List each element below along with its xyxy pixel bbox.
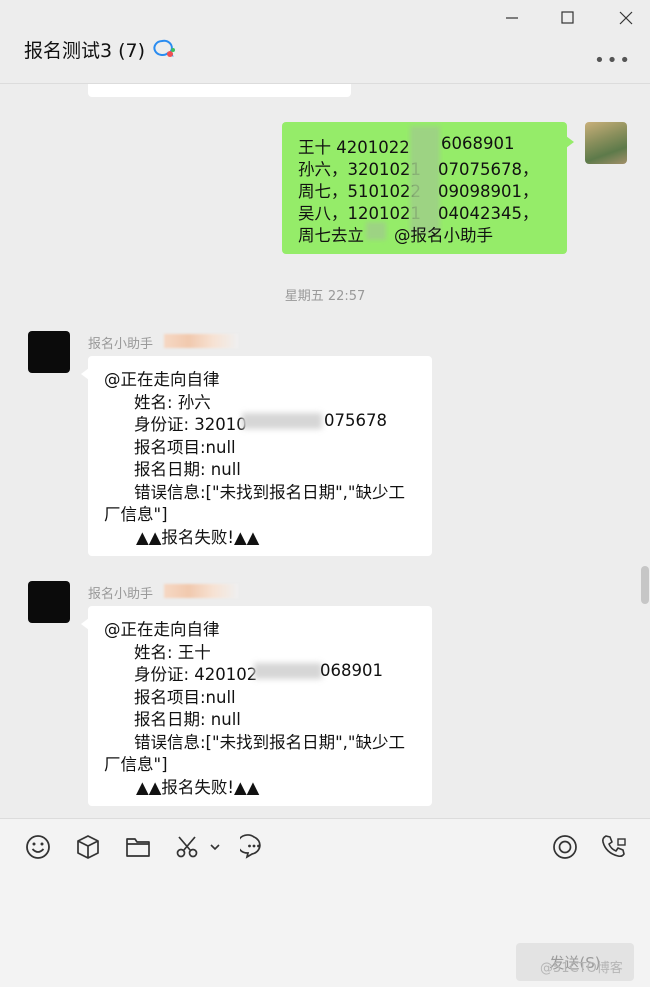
id-field-prefix: 身份证: 32010 <box>134 415 247 434</box>
group-chat-icon <box>153 39 175 57</box>
self-line-2-tail: 07075678， <box>438 160 539 179</box>
scissors-icon[interactable] <box>174 833 202 861</box>
redaction-mask <box>366 222 386 240</box>
date-field: 报名日期: null <box>134 710 241 729</box>
bot-message-bubble[interactable]: @正在走向自律 姓名: 王十 身份证: 420102 068901 报名项目:n… <box>81 606 432 806</box>
id-field-suffix: 075678 <box>324 411 387 430</box>
id-field-prefix: 身份证: 420102 <box>134 665 258 684</box>
self-line-5: 周七去立 <box>298 226 364 245</box>
error-field-cont: 厂信息"] <box>104 755 168 774</box>
scrollbar-thumb[interactable] <box>641 566 649 604</box>
sender-redaction <box>164 334 238 348</box>
watermark-text: @51CTO博客 <box>540 961 623 976</box>
more-icon[interactable]: ••• <box>594 50 632 71</box>
title-bar: 报名测试3 (7) ••• <box>0 0 650 84</box>
previous-message-bubble <box>88 84 351 97</box>
emoji-icon[interactable] <box>24 833 52 861</box>
sender-redaction <box>164 584 238 598</box>
call-icon[interactable] <box>600 833 628 861</box>
self-message-bubble[interactable]: 王十 4201022 孙六，3201021 周七，5101022 吴八，1201… <box>282 122 574 254</box>
sender-name: 报名小助手 <box>88 337 154 352</box>
bot-avatar[interactable] <box>28 581 70 623</box>
error-field-cont: 厂信息"] <box>104 505 168 524</box>
id-field-suffix: 068901 <box>320 661 383 680</box>
id-redaction <box>242 413 322 429</box>
error-field: 错误信息:["未找到报名日期","缺少工 <box>134 483 406 502</box>
folder-icon[interactable] <box>124 833 152 861</box>
result-text: ▲▲报名失败!▲▲ <box>136 778 260 797</box>
mention-text: @正在走向自律 <box>104 370 220 389</box>
project-field: 报名项目:null <box>134 438 236 457</box>
maximize-icon[interactable] <box>556 8 580 28</box>
name-field: 姓名: 王十 <box>134 643 211 662</box>
box-icon[interactable] <box>74 833 102 861</box>
close-icon[interactable] <box>614 8 638 28</box>
sender-name: 报名小助手 <box>88 587 154 602</box>
chat-history-icon[interactable] <box>240 833 268 861</box>
redaction-mask <box>410 126 440 234</box>
chat-title: 报名测试3 (7) <box>24 40 146 62</box>
mention-text: @正在走向自律 <box>104 620 220 639</box>
self-line-3-tail: 09098901， <box>438 182 539 201</box>
self-line-1: 王十 4201022 <box>298 138 410 157</box>
self-line-5-tail: @报名小助手 <box>394 226 493 245</box>
self-line-2: 孙六，3201021 <box>298 160 421 179</box>
id-redaction <box>254 663 322 679</box>
name-field: 姓名: 孙六 <box>134 393 211 412</box>
project-field: 报名项目:null <box>134 688 236 707</box>
message-timestamp: 星期五 22:57 <box>284 289 366 304</box>
self-line-3: 周七，5101022 <box>298 182 421 201</box>
self-avatar[interactable] <box>585 122 627 164</box>
self-line-1-tail: 6068901 <box>441 134 515 153</box>
message-list[interactable]: 王十 4201022 孙六，3201021 周七，5101022 吴八，1201… <box>0 84 640 818</box>
minimize-icon[interactable] <box>500 8 524 28</box>
bot-avatar[interactable] <box>28 331 70 373</box>
date-field: 报名日期: null <box>134 460 241 479</box>
error-field: 错误信息:["未找到报名日期","缺少工 <box>134 733 406 752</box>
composer: 发送(S) @51CTO博客 <box>0 818 650 987</box>
chevron-down-icon[interactable] <box>208 841 222 853</box>
self-line-4-tail: 04042345， <box>438 204 539 223</box>
bot-message-bubble[interactable]: @正在走向自律 姓名: 孙六 身份证: 32010 075678 报名项目:nu… <box>81 356 432 556</box>
result-text: ▲▲报名失败!▲▲ <box>136 528 260 547</box>
self-line-4: 吴八，1201021 <box>298 204 421 223</box>
live-icon[interactable] <box>551 833 579 861</box>
